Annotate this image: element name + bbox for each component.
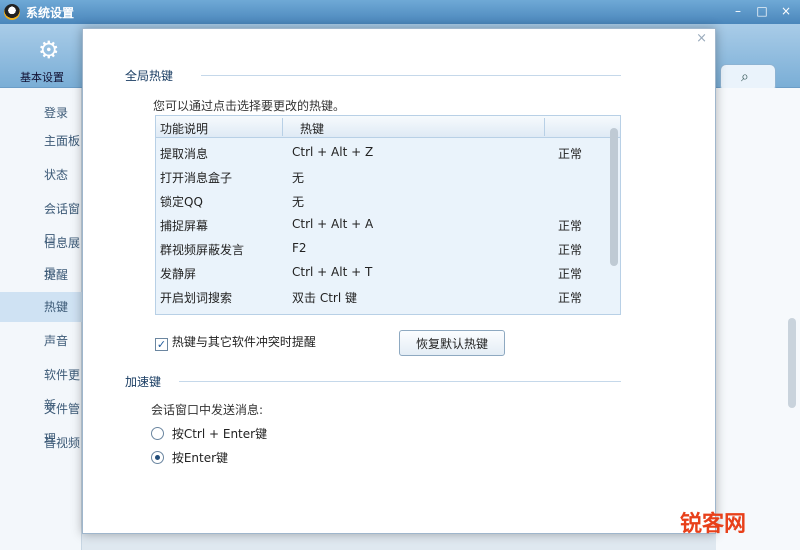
search-icon: ⌕ (741, 69, 749, 85)
qq-penguin-icon (4, 4, 20, 20)
row-function: 开启划词搜索 (160, 291, 233, 305)
sidebar-item-info-display[interactable]: 信息展示 (0, 228, 82, 280)
section-divider (201, 75, 621, 76)
sidebar-item-login[interactable]: 登录 (0, 98, 82, 128)
row-status: 正常 (558, 243, 583, 257)
row-function: 打开消息盒子 (160, 171, 233, 185)
main-scrollbar[interactable] (788, 318, 796, 408)
global-hotkeys-title: 全局热键 (125, 69, 174, 83)
row-hotkey: F2 (292, 241, 307, 255)
row-function: 捕捉屏幕 (160, 219, 209, 233)
row-function: 群视频屏蔽发言 (160, 243, 245, 257)
row-hotkey: Ctrl + Alt + A (292, 217, 374, 231)
conflict-reminder-label: 热键与其它软件冲突时提醒 (171, 335, 316, 349)
sidebar-item-sound[interactable]: 声音 (0, 326, 82, 356)
row-status: 正常 (558, 147, 583, 161)
restore-default-hotkeys-button[interactable]: 恢复默认热键 (399, 330, 505, 356)
main-titlebar: 系统设置 – □ × (0, 0, 800, 24)
hotkey-settings-dialog: × 全局热键 您可以通过点击选择要更改的热键。 功能说明 热键 提取消息 Ctr… (82, 28, 716, 534)
sidebar-item-status[interactable]: 状态 (0, 160, 82, 190)
ctrl-enter-label: 按Ctrl + Enter键 (171, 427, 268, 441)
row-hotkey: Ctrl + Alt + Z (292, 145, 374, 159)
row-function: 锁定QQ (160, 195, 203, 209)
sidebar-item-file-management[interactable]: 文件管理 (0, 394, 82, 446)
basic-settings-tab[interactable]: 基本设置 (20, 69, 64, 85)
table-row[interactable]: 提取消息 Ctrl + Alt + Z 正常 (156, 140, 610, 164)
row-status: 正常 (558, 267, 583, 281)
send-ctrl-enter-option[interactable]: 按Ctrl + Enter键 (151, 425, 267, 442)
sidebar-item-audio-video[interactable]: 音视频 (0, 428, 82, 458)
row-status: 正常 (558, 291, 583, 305)
row-hotkey: 无 (292, 171, 305, 185)
row-function: 发静屏 (160, 267, 197, 281)
sidebar-item-software-update[interactable]: 软件更新 (0, 360, 82, 412)
hotkey-hint-text: 您可以通过点击选择要更改的热键。 (153, 99, 346, 113)
column-separator (544, 118, 545, 136)
table-row[interactable]: 群视频屏蔽发言 F2 正常 (156, 236, 610, 260)
watermark-logo: 锐客网 (680, 512, 747, 537)
ctrl-enter-radio[interactable] (151, 427, 164, 440)
table-row[interactable]: 发静屏 Ctrl + Alt + T 正常 (156, 260, 610, 284)
row-status: 正常 (558, 219, 583, 233)
row-hotkey: Ctrl + Alt + T (292, 265, 373, 279)
column-function[interactable]: 功能说明 (160, 120, 208, 137)
send-enter-option[interactable]: 按Enter键 (151, 449, 228, 466)
conflict-reminder-option[interactable]: ✓ 热键与其它软件冲突时提醒 (155, 333, 316, 351)
close-window-button[interactable]: × (776, 2, 796, 20)
column-separator (282, 118, 283, 136)
table-row[interactable]: 开启划词搜索 双击 Ctrl 键 正常 (156, 284, 610, 308)
minimize-button[interactable]: – (728, 2, 748, 20)
dialog-close-icon[interactable]: × (696, 31, 707, 46)
window-title: 系统设置 (26, 6, 75, 20)
sidebar-item-main-panel[interactable]: 主面板 (0, 126, 82, 156)
enter-radio[interactable] (151, 451, 164, 464)
enter-label: 按Enter键 (171, 451, 229, 465)
table-row[interactable]: 捕捉屏幕 Ctrl + Alt + A 正常 (156, 212, 610, 236)
sidebar-item-chat-window[interactable]: 会话窗口 (0, 194, 82, 246)
sidebar-item-hotkeys[interactable]: 热键 (0, 292, 82, 322)
table-row[interactable]: 锁定QQ 无 (156, 188, 610, 212)
column-hotkey[interactable]: 热键 (300, 120, 324, 137)
accelerator-title: 加速键 (125, 375, 162, 389)
gear-icon[interactable]: ⚙ (38, 36, 60, 64)
table-row[interactable]: 打开消息盒子 无 (156, 164, 610, 188)
hotkey-table: 功能说明 热键 提取消息 Ctrl + Alt + Z 正常 打开消息盒子 无 … (155, 115, 621, 315)
send-message-label: 会话窗口中发送消息: (151, 403, 264, 417)
settings-sidebar: 登录 主面板 状态 会话窗口 信息展示 提醒 热键 声音 软件更新 文件管理 音… (0, 88, 82, 550)
maximize-button[interactable]: □ (752, 2, 772, 20)
conflict-reminder-checkbox[interactable]: ✓ (155, 338, 168, 351)
row-hotkey: 无 (292, 195, 305, 209)
section-divider (179, 381, 621, 382)
main-content-background (716, 88, 800, 550)
row-hotkey: 双击 Ctrl 键 (292, 291, 357, 305)
sidebar-item-reminder[interactable]: 提醒 (0, 260, 82, 290)
hotkey-table-scrollbar[interactable] (610, 118, 618, 314)
row-function: 提取消息 (160, 147, 209, 161)
scrollbar-thumb[interactable] (610, 128, 618, 266)
hotkey-table-header: 功能说明 热键 (156, 116, 620, 138)
